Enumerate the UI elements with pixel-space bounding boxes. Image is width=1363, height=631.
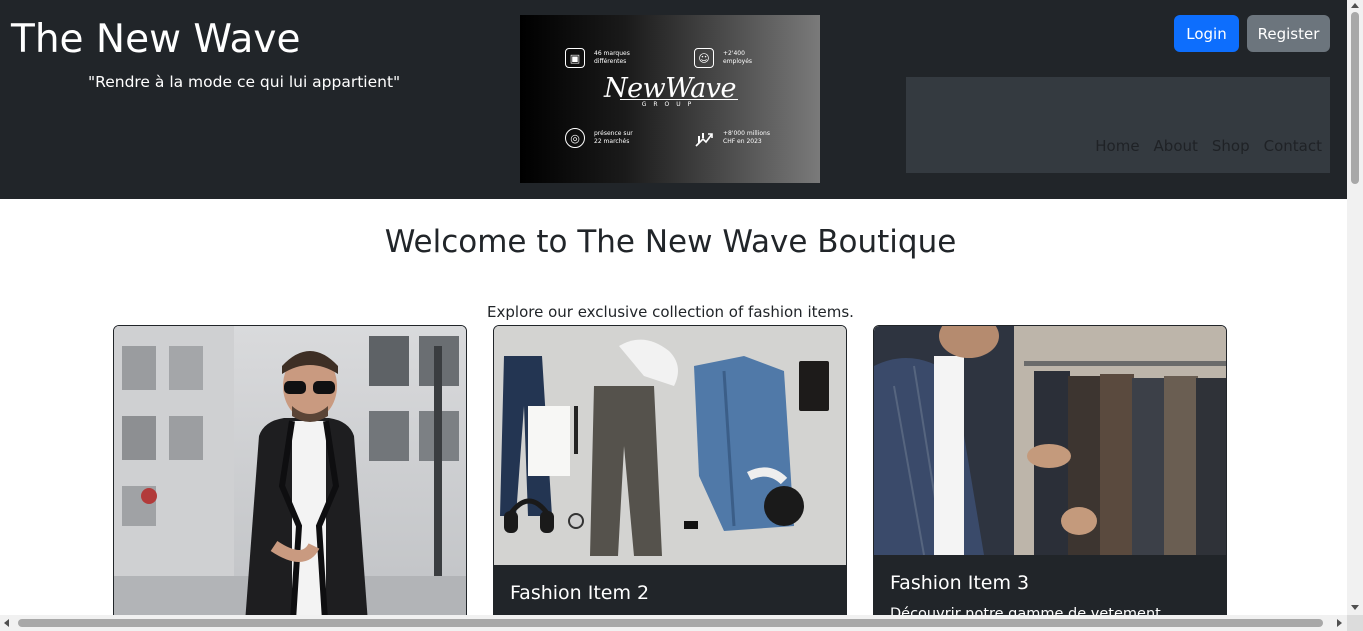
nav-link-about[interactable]: About (1154, 137, 1198, 155)
main-nav: Home About Shop Contact (906, 77, 1330, 173)
register-button[interactable]: Register (1247, 15, 1330, 52)
scroll-left-arrow-icon[interactable] (4, 619, 9, 627)
product-image-flat-lay-outfit[interactable] (494, 326, 846, 565)
horizontal-scroll-thumb[interactable] (18, 619, 1323, 627)
product-title: Fashion Item 3 (890, 572, 1030, 594)
nav-link-shop[interactable]: Shop (1212, 137, 1250, 155)
product-description: Découvrir notre gamme de vetement (890, 606, 1161, 615)
banner-stat-text: +8'000 millions CHF en 2023 (723, 130, 770, 145)
newwave-group-banner: ▣ 46 marques différentes ☺ +2'400 employ… (520, 15, 820, 183)
scroll-right-arrow-icon[interactable] (1337, 619, 1342, 627)
banner-stat-text: +2'400 employés (723, 50, 753, 65)
site-header: The New Wave "Rendre à la mode ce qui lu… (0, 0, 1347, 199)
login-button[interactable]: Login (1174, 15, 1239, 52)
scroll-down-arrow-icon[interactable] (1351, 605, 1359, 610)
horizontal-scrollbar[interactable] (0, 615, 1347, 631)
boxes-icon: ▣ (565, 48, 585, 68)
product-card-body: Fashion Item 2 (494, 565, 846, 615)
product-card-2[interactable]: Fashion Item 2 (493, 325, 847, 615)
product-card-1[interactable] (113, 325, 467, 615)
product-card-3[interactable]: Fashion Item 3 Découvrir notre gamme de … (873, 325, 1227, 615)
newwave-logo-sub: GROUP (641, 101, 699, 108)
banner-stat-markets: ◎ présence sur 22 marchés (565, 128, 633, 148)
banner-stat-text: présence sur 22 marchés (594, 130, 633, 145)
product-card-body: Fashion Item 3 Découvrir notre gamme de … (874, 555, 1226, 615)
scroll-up-arrow-icon[interactable] (1351, 3, 1359, 8)
scrollbar-corner (1347, 615, 1363, 631)
page: The New Wave "Rendre à la mode ce qui lu… (0, 0, 1347, 615)
nav-link-contact[interactable]: Contact (1264, 137, 1322, 155)
page-title: Welcome to The New Wave Boutique (384, 224, 957, 260)
site-title: The New Wave (11, 17, 301, 62)
banner-stat-revenue: +8'000 millions CHF en 2023 (694, 128, 770, 148)
vertical-scrollbar[interactable] (1347, 0, 1363, 615)
growth-chart-icon (694, 128, 714, 148)
banner-stat-employees: ☺ +2'400 employés (694, 48, 752, 68)
product-image-suits-rack[interactable] (874, 326, 1226, 555)
vertical-scroll-thumb[interactable] (1351, 12, 1359, 184)
nav-link-home[interactable]: Home (1095, 137, 1139, 155)
nav-links: Home About Shop Contact (1095, 137, 1322, 155)
banner-stat-text: 46 marques différentes (594, 50, 630, 65)
people-icon: ☺ (694, 48, 714, 68)
page-subtitle: Explore our exclusive collection of fash… (487, 303, 854, 321)
banner-stat-brands: ▣ 46 marques différentes (565, 48, 630, 68)
site-tagline: "Rendre à la mode ce qui lui appartient" (88, 73, 401, 91)
globe-icon: ◎ (565, 128, 585, 148)
product-title: Fashion Item 2 (510, 582, 650, 604)
logo-divider (620, 99, 738, 100)
product-image-man-leather-jacket[interactable] (114, 326, 466, 615)
